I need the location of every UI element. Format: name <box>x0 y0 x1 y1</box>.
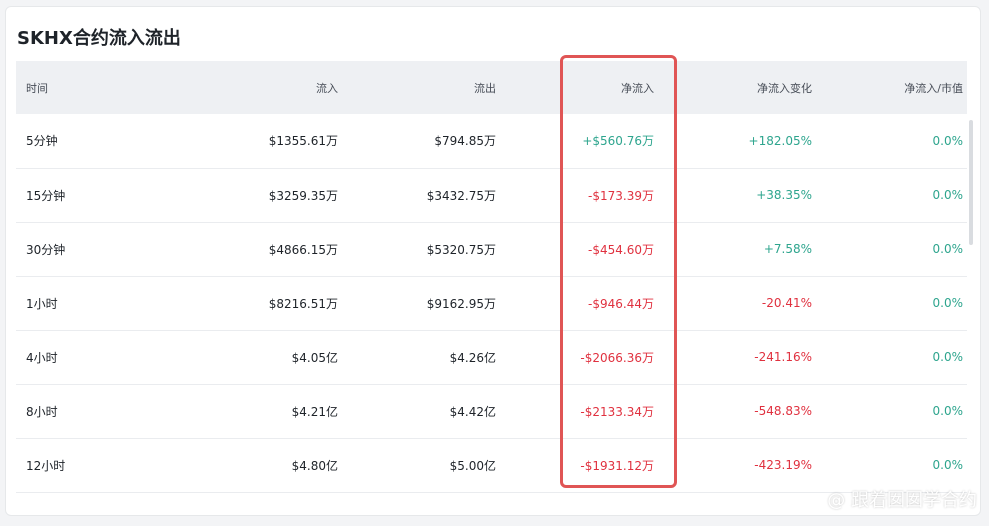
cell-inflow: $1355.61万 <box>268 134 338 149</box>
card-title: SKHX合约流入流出 <box>17 28 181 49</box>
table-row[interactable]: 30分钟 $4866.15万 $5320.75万 -$454.60万 +7.58% 0.0… <box>16 222 967 276</box>
cell-inflow: $4.21亿 <box>291 404 338 419</box>
cell-net-change: +7.58% <box>763 242 812 256</box>
watermark-text: @ 跟着囡囡学合约 <box>827 490 977 511</box>
cell-net-to-mcap: 0.0% <box>932 296 964 310</box>
cell-outflow: $9162.95万 <box>426 296 496 311</box>
cell-net-to-mcap: 0.0% <box>932 188 964 202</box>
cell-time: 5分钟 <box>26 134 58 149</box>
table-row[interactable]: 12小时 $4.80亿 $5.00亿 -$1931.12万 -423.19% 0.0% <box>16 438 967 492</box>
cell-time: 4小时 <box>26 350 58 365</box>
table-row[interactable]: 4小时 $4.05亿 $4.26亿 -$2066.36万 -241.16% 0.0% <box>16 330 967 384</box>
cell-outflow: $794.85万 <box>434 134 496 149</box>
cell-time: 30分钟 <box>26 242 66 257</box>
cell-outflow: $5320.75万 <box>426 242 496 257</box>
cell-net-change: -423.19% <box>754 458 812 472</box>
wechat-channels-icon <box>804 493 823 505</box>
cell-time: 15分钟 <box>26 188 66 203</box>
cell-outflow: $5.00亿 <box>449 458 496 473</box>
table-header-row: 时间 流入 流出 净流入 净流入变化 净流入/市值 <box>16 61 967 114</box>
header-outflow: 流出 <box>474 81 496 95</box>
cell-inflow: $3259.35万 <box>268 188 338 203</box>
cell-time: 8小时 <box>26 404 58 419</box>
cell-outflow: $4.26亿 <box>449 350 496 365</box>
cell-inflow: $8216.51万 <box>268 296 338 311</box>
cell-outflow: $4.42亿 <box>449 404 496 419</box>
flow-card: SKHX合约流入流出 时间 流入 流出 净流入 净流入变化 净流入/市值 5分钟… <box>5 6 981 516</box>
table-row[interactable]: 1小时 $8216.51万 $9162.95万 -$946.44万 -20.41% 0.0… <box>16 276 967 330</box>
header-net-change: 净流入变化 <box>757 81 812 95</box>
cell-time: 12小时 <box>26 458 66 473</box>
flow-table-container[interactable]: 时间 流入 流出 净流入 净流入变化 净流入/市值 5分钟 $1355.61万 $7… <box>16 61 967 507</box>
cell-net-to-mcap: 0.0% <box>932 458 964 472</box>
cell-time: 1小时 <box>26 296 58 311</box>
watermark: @ 跟着囡囡学合约 <box>803 486 977 512</box>
cell-net-to-mcap: 0.0% <box>932 242 964 256</box>
table-row[interactable]: 5分钟 $1355.61万 $794.85万 +$560.76万 +182.05% 0.0… <box>16 114 967 168</box>
cell-net-to-mcap: 0.0% <box>932 133 964 148</box>
cell-net-to-mcap: 0.0% <box>932 350 964 364</box>
header-net-to-mcap: 净流入/市值 <box>904 81 963 95</box>
table-scrollbar[interactable] <box>969 120 973 245</box>
cell-outflow: $3432.75万 <box>426 188 496 203</box>
cell-net-change: -241.16% <box>754 350 812 364</box>
cell-inflow: $4.80亿 <box>291 458 338 473</box>
cell-net-change: +182.05% <box>748 133 812 148</box>
header-inflow: 流入 <box>316 81 338 95</box>
net-inflow-highlight-box <box>560 55 677 488</box>
cell-net-to-mcap: 0.0% <box>932 404 964 418</box>
cell-net-change: +38.35% <box>756 188 812 202</box>
cell-net-change: -548.83% <box>754 404 812 418</box>
flow-table: 时间 流入 流出 净流入 净流入变化 净流入/市值 5分钟 $1355.61万 $7… <box>16 61 967 493</box>
cell-net-change: -20.41% <box>761 296 812 310</box>
table-row[interactable]: 8小时 $4.21亿 $4.42亿 -$2133.34万 -548.83% 0.0% <box>16 384 967 438</box>
cell-inflow: $4.05亿 <box>291 350 338 365</box>
table-row[interactable]: 15分钟 $3259.35万 $3432.75万 -$173.39万 +38.35% 0.… <box>16 168 967 222</box>
header-time: 时间 <box>26 81 48 95</box>
cell-inflow: $4866.15万 <box>268 242 338 257</box>
